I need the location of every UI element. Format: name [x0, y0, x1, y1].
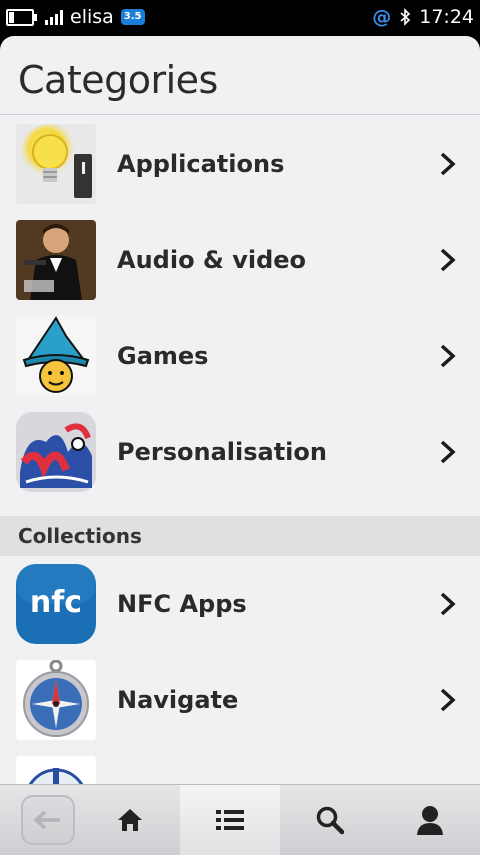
collection-navigate[interactable]: Navigate: [0, 652, 480, 748]
chevron-right-icon: [440, 152, 456, 176]
battery-icon: [6, 8, 37, 26]
category-label: Games: [117, 342, 209, 370]
list-icon: [216, 810, 244, 830]
back-icon: [33, 810, 60, 830]
chevron-right-icon: [440, 248, 456, 272]
chevron-right-icon: [440, 592, 456, 616]
globe-icon: [16, 756, 96, 784]
chevron-right-icon: [440, 344, 456, 368]
bluetooth-icon: [400, 8, 411, 26]
profile-button[interactable]: [382, 785, 478, 855]
profile-icon: [417, 806, 443, 835]
category-applications[interactable]: Applications: [0, 116, 480, 212]
section-header-label: Collections: [18, 524, 142, 548]
category-label: Applications: [117, 150, 285, 178]
carrier-name: elisa: [70, 6, 114, 28]
divider: [0, 114, 480, 115]
collection-partial-item[interactable]: [0, 748, 480, 784]
home-button[interactable]: [82, 785, 178, 855]
category-audio-video[interactable]: Audio & video: [0, 212, 480, 308]
status-bar: elisa 3.5 @ 17:24: [0, 0, 480, 34]
bottom-toolbar: [0, 784, 480, 855]
clock: 17:24: [419, 6, 474, 28]
search-button[interactable]: [282, 785, 378, 855]
category-label: Audio & video: [117, 246, 307, 274]
search-icon: [316, 806, 345, 835]
movie-poster-icon: [16, 220, 96, 300]
graffiti-icon: [16, 412, 96, 492]
collection-nfc-apps[interactable]: nfc NFC Apps: [0, 556, 480, 652]
chevron-right-icon: [440, 440, 456, 464]
chevron-right-icon: [440, 688, 456, 712]
wizard-hat-icon: [16, 316, 96, 396]
list-button[interactable]: [180, 785, 280, 855]
lightbulb-icon: [16, 124, 96, 204]
section-header-collections: Collections: [0, 516, 480, 556]
category-label: Personalisation: [117, 438, 327, 466]
main-panel: Categories Applications Audio & video Ga…: [0, 36, 480, 784]
category-games[interactable]: Games: [0, 308, 480, 404]
collection-label: Navigate: [117, 686, 239, 714]
nfc-icon: nfc: [16, 564, 96, 644]
home-icon: [118, 809, 142, 831]
network-badge: 3.5: [120, 9, 145, 25]
category-personalisation[interactable]: Personalisation: [0, 404, 480, 500]
compass-icon: [16, 660, 96, 740]
nfc-icon-text: nfc: [29, 585, 83, 620]
page-title: Categories: [18, 58, 218, 102]
at-icon: @: [372, 6, 392, 28]
signal-icon: [45, 9, 63, 25]
collection-label: NFC Apps: [117, 590, 247, 618]
